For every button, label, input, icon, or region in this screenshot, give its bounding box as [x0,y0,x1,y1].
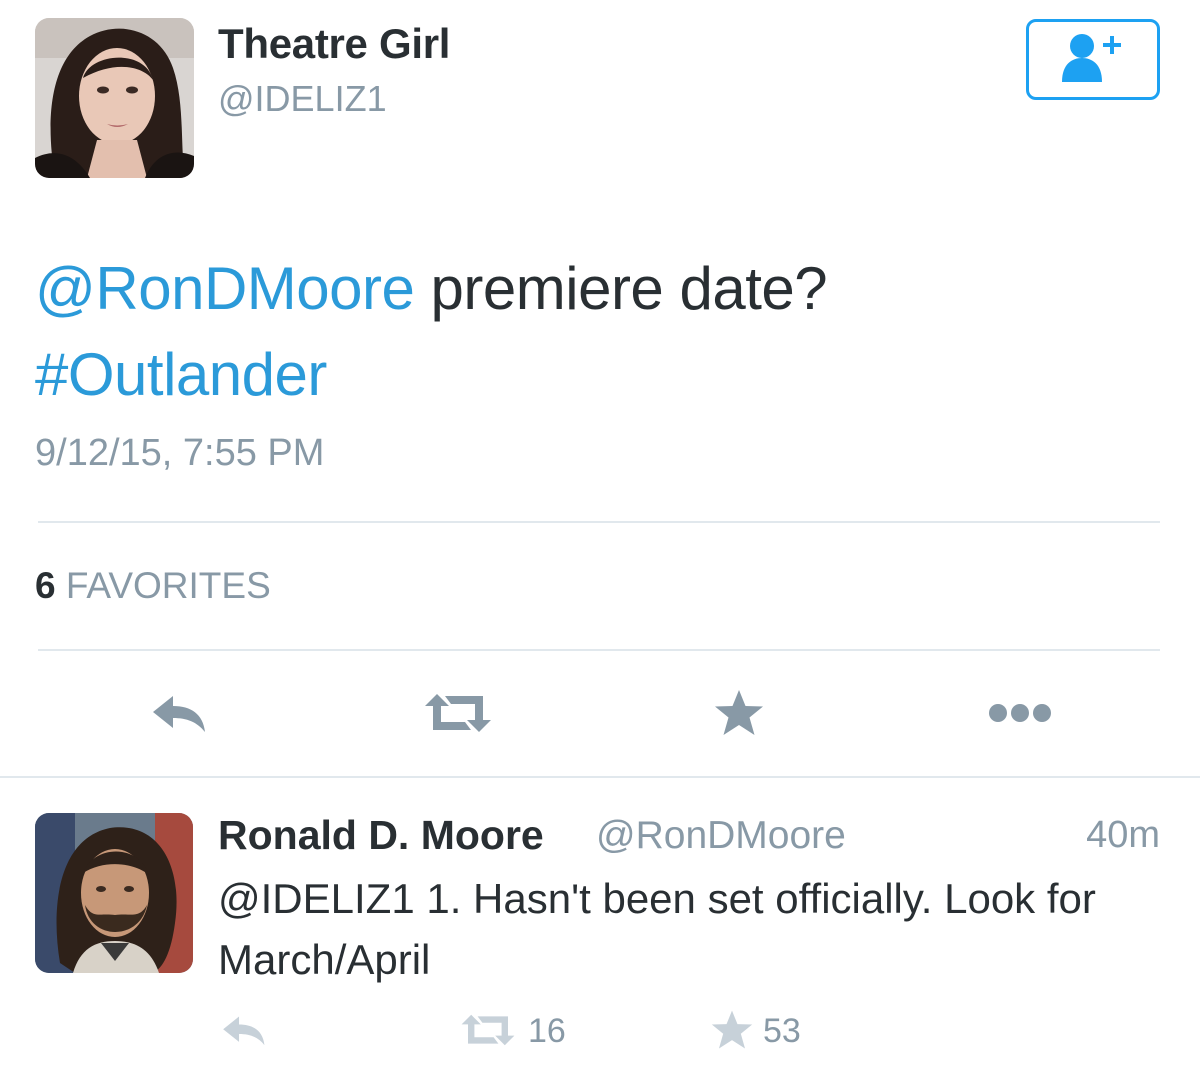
favorite-icon[interactable] [708,1008,756,1052]
reply-text: @IDELIZ1 1. Hasn't been set officially. … [218,875,1096,983]
reply-author-handle[interactable]: @RonDMoore [596,814,846,858]
add-user-icon [1060,30,1126,89]
divider [0,776,1200,778]
favorites-count: 6 [35,565,56,606]
follow-button[interactable] [1026,19,1160,100]
favorite-icon[interactable] [708,684,770,742]
reply-author-avatar[interactable] [35,813,193,973]
reply-icon[interactable] [218,1010,268,1050]
tweet-text: @RonDMoore premiere date? #Outlander [35,246,1155,418]
hashtag-link[interactable]: #Outlander [35,341,327,408]
author-handle[interactable]: @IDELIZ1 [218,78,387,120]
favorite-count: 53 [763,1012,801,1050]
mention-link[interactable]: @RonDMoore [35,255,415,322]
tweet-body: premiere date? [414,255,828,322]
reply-icon[interactable] [145,688,211,738]
divider [38,649,1160,651]
retweet-count: 16 [528,1012,566,1050]
reply-timestamp: 40m [1086,814,1160,856]
divider [38,521,1160,523]
favorites-stat[interactable]: 6 FAVORITES [35,565,271,607]
favorites-label: FAVORITES [65,565,271,606]
retweet-icon[interactable] [458,1012,518,1048]
more-icon[interactable] [985,696,1055,730]
retweet-icon[interactable] [420,690,496,736]
reply-author-name[interactable]: Ronald D. Moore [218,812,544,859]
tweet-timestamp: 9/12/15, 7:55 PM [35,432,325,474]
author-display-name[interactable]: Theatre Girl [218,20,450,68]
author-avatar[interactable] [35,18,194,178]
